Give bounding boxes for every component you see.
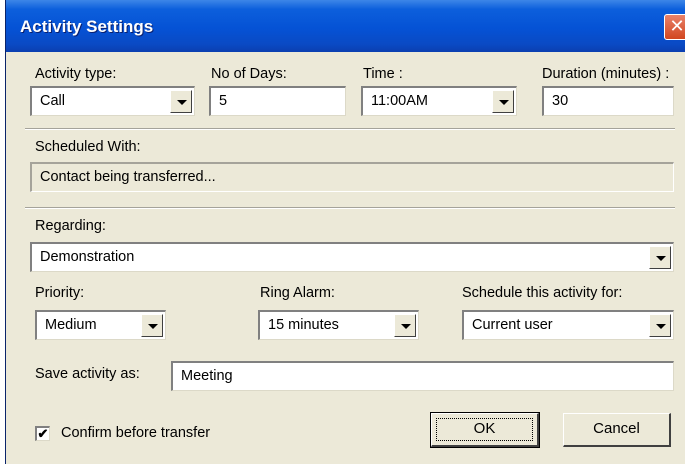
cancel-button-label: Cancel: [593, 420, 640, 437]
regarding-select[interactable]: Demonstration: [30, 242, 674, 272]
confirm-transfer-checkbox[interactable]: ✔: [35, 426, 50, 441]
priority-label: Priority:: [35, 285, 85, 301]
ok-button[interactable]: OK: [430, 412, 540, 448]
priority-value: Medium: [45, 317, 97, 333]
schedule-for-value: Current user: [472, 317, 553, 333]
time-value: 11:00AM: [371, 93, 428, 109]
chevron-down-icon[interactable]: [492, 90, 514, 113]
scheduled-with-label: Scheduled With:: [35, 139, 141, 155]
activity-type-label: Activity type:: [35, 66, 117, 82]
schedule-for-select[interactable]: Current user: [462, 310, 674, 340]
confirm-transfer-label[interactable]: Confirm before transfer: [61, 425, 210, 441]
title-bar[interactable]: Activity Settings ✕: [6, 0, 685, 52]
ring-alarm-label: Ring Alarm:: [260, 285, 335, 301]
duration-label: Duration (minutes) :: [542, 66, 670, 82]
no-of-days-input[interactable]: 5: [209, 86, 346, 116]
activity-type-select[interactable]: Call: [30, 86, 195, 116]
no-of-days-label: No of Days:: [211, 66, 287, 82]
ring-alarm-value: 15 minutes: [268, 317, 339, 333]
regarding-value: Demonstration: [40, 249, 135, 265]
activity-settings-dialog: Activity Settings ✕ Activity type: No of…: [5, 0, 685, 464]
activity-type-value: Call: [40, 93, 65, 109]
save-as-input[interactable]: Meeting: [171, 361, 674, 391]
chevron-down-icon[interactable]: [141, 314, 163, 337]
time-select[interactable]: 11:00AM: [361, 86, 517, 116]
dialog-title: Activity Settings: [20, 17, 154, 36]
chevron-down-icon[interactable]: [394, 314, 416, 337]
save-as-label: Save activity as:: [35, 366, 140, 382]
regarding-label: Regarding:: [35, 218, 106, 234]
time-label: Time :: [363, 66, 403, 82]
ring-alarm-select[interactable]: 15 minutes: [258, 310, 419, 340]
chevron-down-icon[interactable]: [170, 90, 192, 113]
divider: [25, 128, 675, 130]
schedule-for-label: Schedule this activity for:: [462, 285, 623, 301]
scheduled-with-field: Contact being transferred...: [30, 162, 674, 192]
focus-rect: [436, 418, 533, 441]
priority-select[interactable]: Medium: [35, 310, 166, 340]
close-icon[interactable]: ✕: [664, 14, 685, 40]
chevron-down-icon[interactable]: [649, 314, 671, 337]
cancel-button[interactable]: Cancel: [563, 413, 671, 447]
duration-input[interactable]: 30: [542, 86, 674, 116]
divider: [25, 207, 675, 209]
chevron-down-icon[interactable]: [649, 246, 671, 269]
